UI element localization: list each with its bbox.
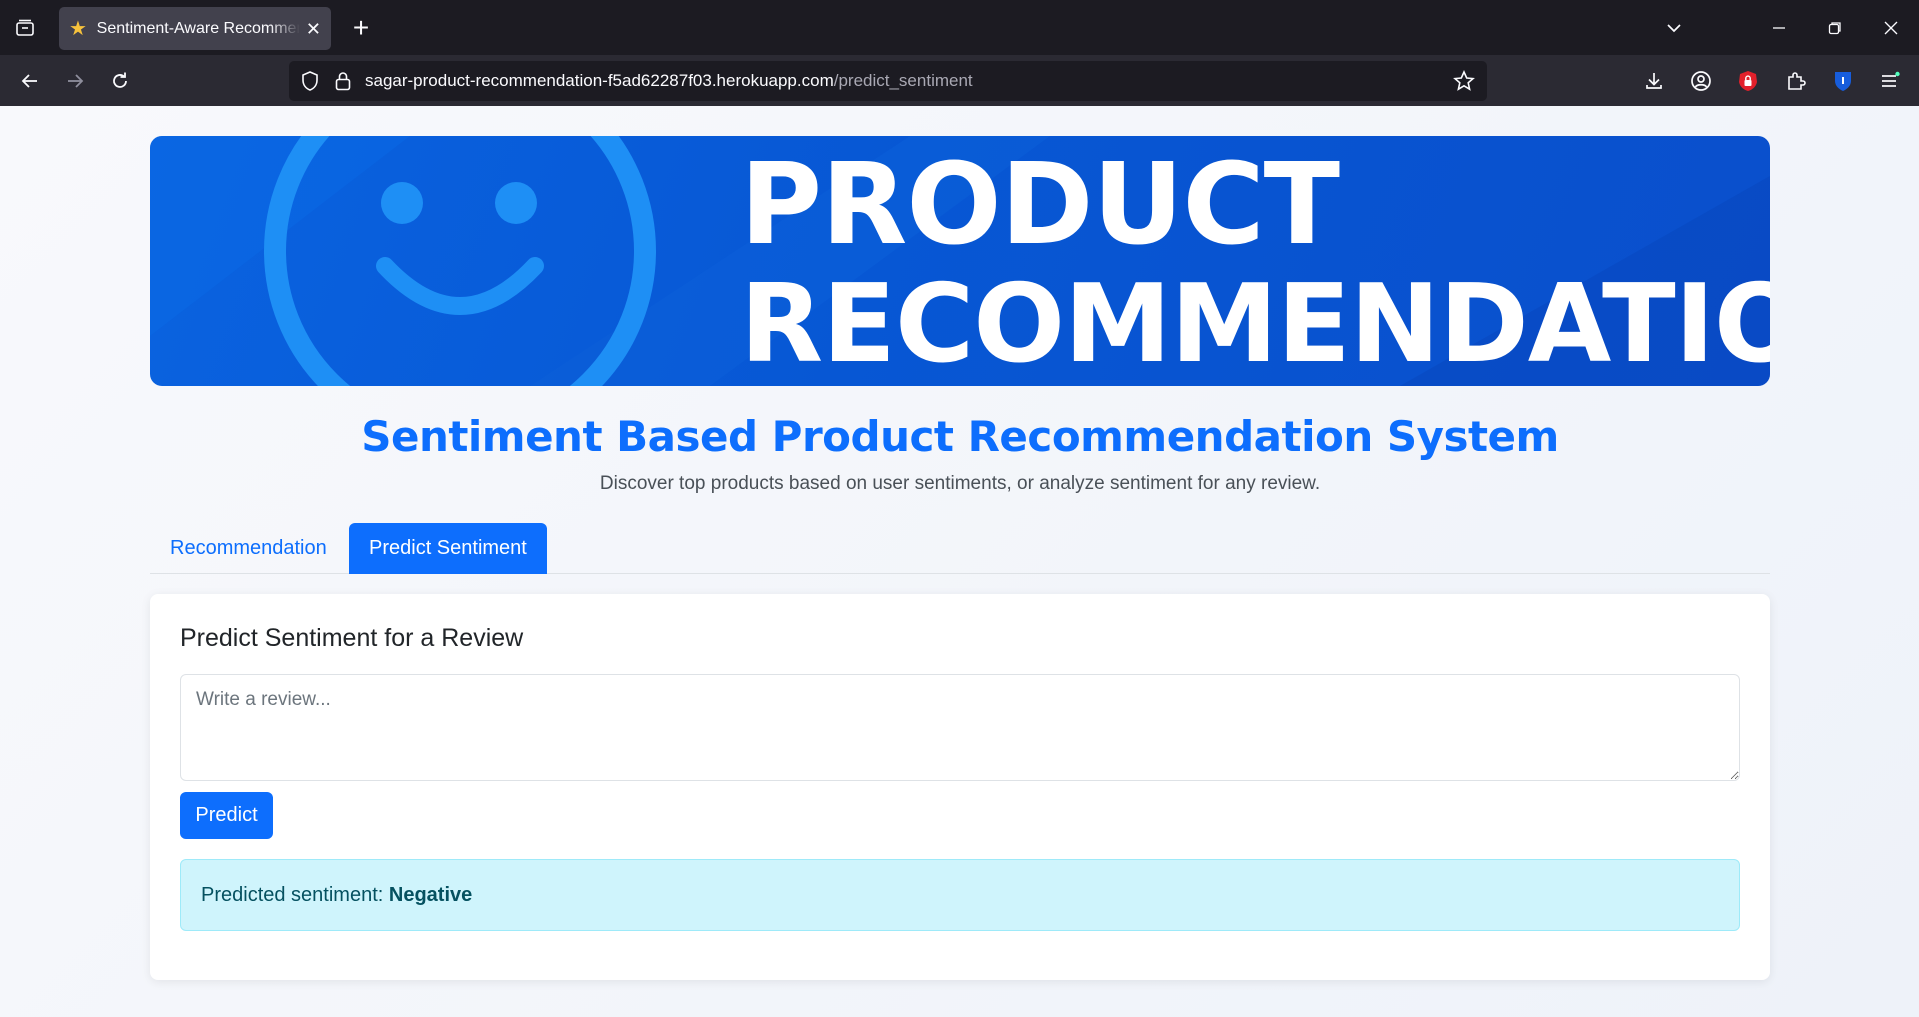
result-value: Negative	[388, 884, 473, 906]
password-extension-icon[interactable]	[1730, 63, 1766, 99]
result-label: Predicted sentiment:	[201, 884, 384, 906]
browser-tab-bar: ★ Sentiment-Aware Recommender ✕ +	[0, 0, 1919, 55]
back-icon[interactable]	[12, 63, 48, 99]
tab-title: Sentiment-Aware Recommender	[96, 19, 300, 37]
forward-icon[interactable]	[57, 63, 93, 99]
main-container: PRODUCT RECOMMENDATION Sentiment Based P…	[150, 136, 1770, 980]
url-host: sagar-product-recommendation-f5ad62287f0…	[365, 71, 834, 90]
downloads-icon[interactable]	[1636, 63, 1672, 99]
banner-title-line2: RECOMMENDATION	[740, 262, 1770, 386]
restore-icon[interactable]	[1807, 0, 1863, 55]
bitwarden-extension-icon[interactable]	[1825, 63, 1861, 99]
reload-icon[interactable]	[102, 63, 138, 99]
tab-predict-sentiment[interactable]: Predict Sentiment	[349, 523, 547, 574]
lock-icon[interactable]	[333, 70, 353, 97]
banner-title-line1: PRODUCT	[740, 140, 1340, 270]
tab-recommendation[interactable]: Recommendation	[150, 523, 347, 574]
page-subtitle: Discover top products based on user sent…	[599, 473, 1321, 494]
card-title: Predict Sentiment for a Review	[180, 624, 524, 652]
tracking-shield-icon[interactable]	[299, 70, 321, 97]
bookmark-star-icon[interactable]	[1453, 70, 1475, 97]
url-bar[interactable]: sagar-product-recommendation-f5ad62287f0…	[289, 61, 1487, 101]
extensions-icon[interactable]	[1778, 63, 1814, 99]
app-menu-icon[interactable]	[1872, 63, 1908, 99]
page-title: Sentiment Based Product Recommendation S…	[361, 412, 1559, 461]
account-icon[interactable]	[1683, 63, 1719, 99]
url-text[interactable]: sagar-product-recommendation-f5ad62287f0…	[365, 61, 973, 101]
nav-tabs: Recommendation Predict Sentiment	[150, 523, 1770, 574]
prediction-result-alert: Predicted sentiment: Negative	[180, 859, 1740, 931]
predict-button[interactable]: Predict	[180, 792, 273, 839]
predict-sentiment-card: Predict Sentiment for a Review Predict P…	[150, 594, 1770, 980]
review-input[interactable]	[180, 674, 1740, 781]
close-tab-icon[interactable]: ✕	[306, 20, 321, 38]
tab-list-icon[interactable]	[8, 12, 42, 44]
minimize-icon[interactable]	[1751, 0, 1807, 55]
star-icon: ★	[69, 17, 87, 40]
page-viewport: PRODUCT RECOMMENDATION Sentiment Based P…	[0, 106, 1919, 1017]
browser-tab-active[interactable]: ★ Sentiment-Aware Recommender ✕	[59, 7, 331, 50]
list-all-tabs-icon[interactable]	[1646, 0, 1702, 55]
url-path: /predict_sentiment	[833, 71, 973, 90]
close-window-icon[interactable]	[1863, 0, 1919, 55]
product-recommendation-banner: PRODUCT RECOMMENDATION	[150, 136, 1770, 386]
new-tab-button[interactable]: +	[346, 10, 376, 46]
browser-nav-bar: sagar-product-recommendation-f5ad62287f0…	[0, 55, 1919, 106]
